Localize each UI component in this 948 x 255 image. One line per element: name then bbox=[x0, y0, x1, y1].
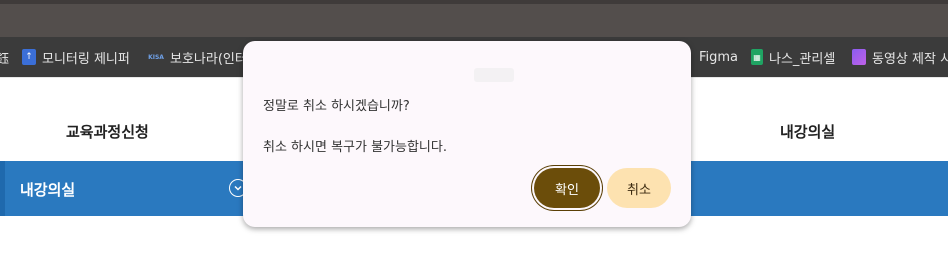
bookmark-video[interactable]: 동영상 제작 시 bbox=[852, 37, 948, 77]
jennifer-favicon: ↑ bbox=[22, 49, 36, 65]
titlebar-edge bbox=[0, 0, 948, 4]
cancel-button[interactable]: 취소 bbox=[607, 168, 671, 208]
dialog-header-strip bbox=[474, 68, 514, 82]
confirm-button-label: 확인 bbox=[555, 182, 579, 198]
confirm-dialog: 정말로 취소 하시겠습니까? 취소 하시면 복구가 불가능합니다. 확인 취소 bbox=[243, 41, 691, 227]
bookmark-label: 보호나라(인터 bbox=[170, 51, 247, 67]
cancel-button-label: 취소 bbox=[627, 182, 651, 198]
kisa-favicon: KISA bbox=[148, 53, 164, 61]
dialog-detail: 취소 하시면 복구가 불가능합니다. bbox=[263, 140, 447, 155]
tab-course-apply[interactable]: 교육과정신청 bbox=[66, 121, 149, 142]
bookmark-label: 鈺 bbox=[0, 51, 10, 67]
section-title: 내강의실 bbox=[20, 181, 76, 199]
bookmark-figma[interactable]: Figma bbox=[699, 37, 738, 77]
bookmark-label: 나스_관리셀 bbox=[769, 51, 836, 67]
bookmark-label: Figma bbox=[699, 49, 739, 65]
dialog-message: 정말로 취소 하시겠습니까? bbox=[263, 99, 410, 114]
video-icon bbox=[852, 49, 866, 65]
section-bar-edge bbox=[0, 161, 5, 216]
bookmark-label: 동영상 제작 시 bbox=[872, 51, 948, 67]
bookmark-label: 모니터링 제니퍼 bbox=[42, 51, 130, 67]
confirm-button[interactable]: 확인 bbox=[534, 168, 600, 208]
bookmark-item[interactable]: 鈺 bbox=[0, 37, 9, 77]
tab-my-classroom[interactable]: 내강의실 bbox=[780, 121, 835, 142]
bookmark-nas[interactable]: ▦ 나스_관리셀 bbox=[751, 37, 835, 77]
sheets-icon: ▦ bbox=[751, 49, 763, 65]
bookmark-jennifer[interactable]: ↑ 모니터링 제니퍼 bbox=[22, 37, 130, 77]
browser-titlebar bbox=[0, 0, 948, 37]
bookmark-kisa[interactable]: KISA 보호나라(인터 bbox=[148, 37, 247, 77]
